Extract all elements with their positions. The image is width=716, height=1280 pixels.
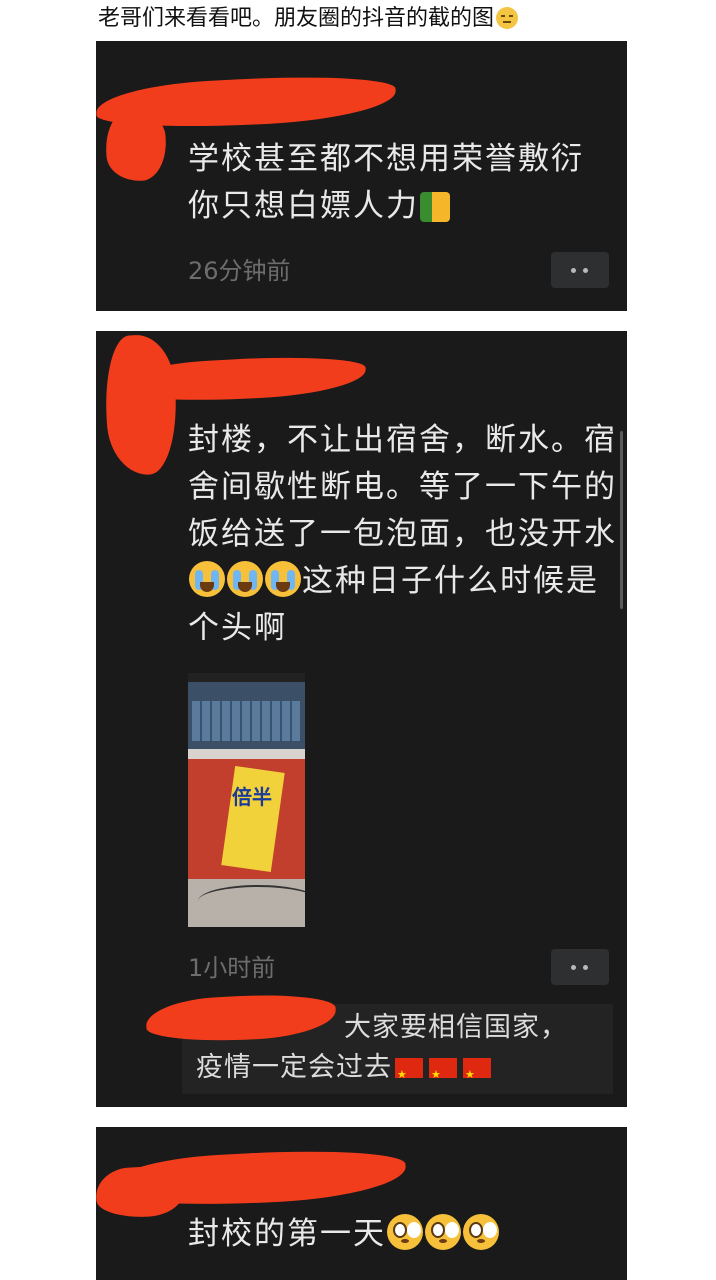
instant-noodle-photo[interactable]: 倍半 [188, 673, 305, 927]
post-timestamp: 1小时前 [188, 954, 276, 982]
china-flag-icon [395, 1055, 423, 1095]
redacted-avatar [102, 333, 180, 477]
flushed-face-icon [425, 1214, 461, 1250]
post-text-body: 封楼，不让出宿舍，断水。宿舍间歇性断电。等了一下午的饭给送了一包泡面，也没开水 [188, 422, 617, 552]
comment-text: 大家要相信国家， 疫情一定会过去 [196, 1008, 606, 1095]
comment-line-2: 疫情一定会过去 [196, 1052, 392, 1083]
scrollbar[interactable] [620, 431, 623, 609]
flushed-face-icon [463, 1214, 499, 1250]
comment-line-1: 大家要相信国家， [344, 1012, 568, 1043]
loudly-crying-face-icon [265, 561, 301, 597]
post-text: 封校的第一天 [188, 1211, 608, 1258]
post-text: 封楼，不让出宿舍，断水。宿舍间歇性断电。等了一下午的饭给送了一包泡面，也没开水这… [188, 417, 618, 652]
comment: 大家要相信国家， 疫情一定会过去 [144, 991, 613, 1095]
redacted-avatar [104, 109, 168, 183]
loudly-crying-face-icon [189, 561, 225, 597]
loudly-crying-face-icon [227, 561, 263, 597]
ellipsis-icon [571, 965, 576, 970]
redacted-avatar [96, 1164, 188, 1220]
laptop-keyboard [192, 701, 300, 741]
china-flag-icon [429, 1055, 457, 1095]
post-title: 老哥们来看看吧。朋友圈的抖音的截的图 [98, 4, 698, 34]
post-title-text: 老哥们来看看吧。朋友圈的抖音的截的图 [98, 6, 495, 31]
more-options-button[interactable] [551, 949, 609, 985]
unamused-face-icon [496, 7, 519, 29]
china-flag-icon [463, 1055, 491, 1095]
post-text-body: 学校甚至都不想用荣誉敷衍你只想白嫖人力 [188, 141, 584, 224]
thumbs-up-icon [420, 192, 450, 222]
more-options-button[interactable] [551, 252, 609, 288]
screenshot-card-2: 封楼，不让出宿舍，断水。宿舍间歇性断电。等了一下午的饭给送了一包泡面，也没开水这… [96, 331, 627, 1107]
post-text-body: 封校的第一天 [188, 1216, 386, 1252]
post-text: 学校甚至都不想用荣誉敷衍你只想白嫖人力 [188, 136, 608, 230]
flushed-face-icon [387, 1214, 423, 1250]
screenshot-card-3: 封校的第一天 [96, 1127, 627, 1280]
screenshot-card-1: 学校甚至都不想用荣誉敷衍你只想白嫖人力 26分钟前 [96, 41, 627, 311]
ellipsis-icon [571, 268, 576, 273]
post-timestamp: 26分钟前 [188, 257, 291, 285]
noodle-bag-text: 倍半 [232, 785, 272, 809]
